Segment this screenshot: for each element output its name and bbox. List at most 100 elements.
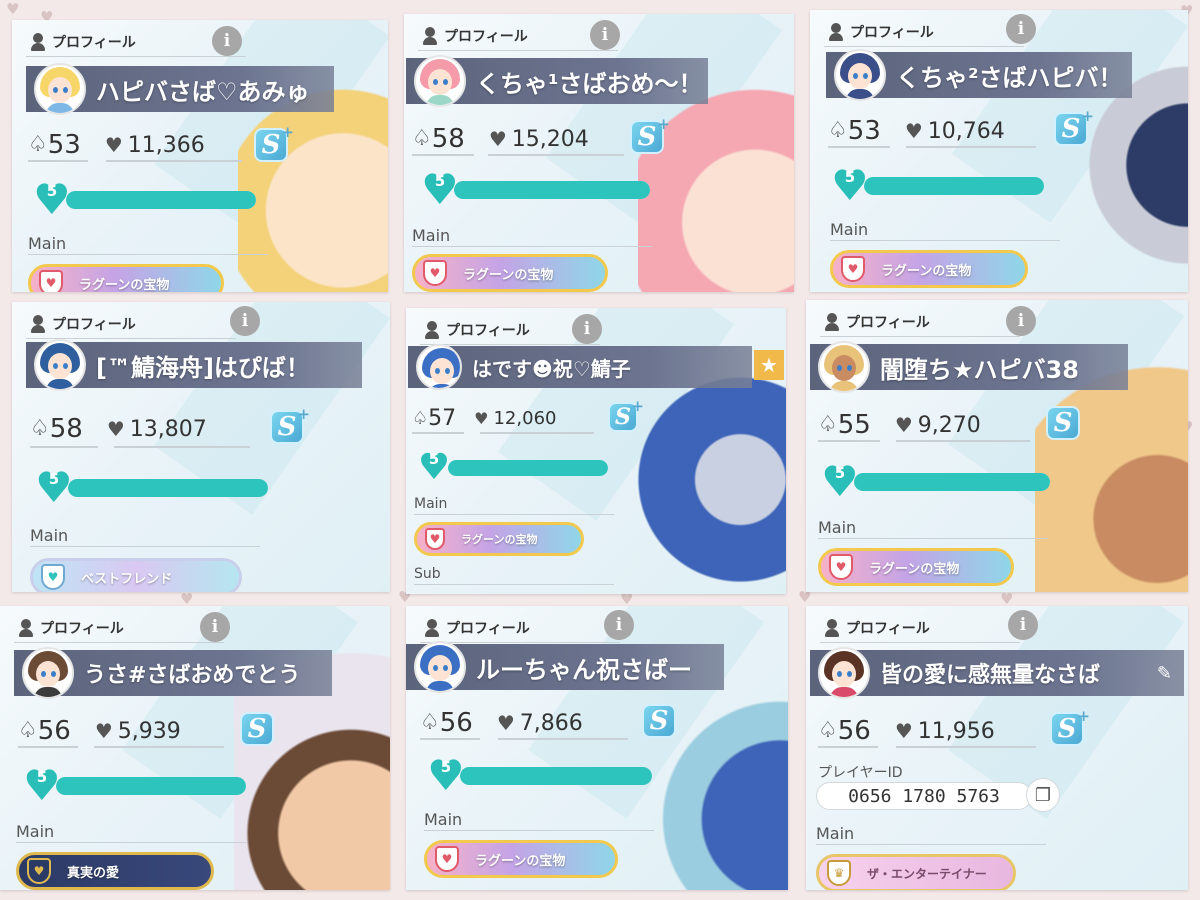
spade-icon: ♤ [18, 718, 38, 743]
main-title-text: ラグーンの宝物 [461, 533, 538, 546]
rank-letter: S [1061, 114, 1081, 144]
player-name: はです☻祝♡鯖子 [472, 356, 631, 381]
rank-s-badge: S + [608, 397, 644, 432]
divider [896, 440, 1030, 442]
avatar[interactable] [22, 647, 74, 699]
like-count: 9,270 [917, 412, 981, 438]
main-title-badge[interactable]: ♥ ラグーンの宝物 [818, 548, 1014, 586]
profile-label: プロフィール [444, 29, 528, 45]
profile-card[interactable]: プロフィール i くちゃ¹さばおめ〜！ ♤ 58 ♥ 15,204 S + ♥ 5 … [404, 14, 794, 292]
profile-card[interactable]: プロフィール i ルーちゃん祝さばー ♤ 56 ♥ 7,866 S ♥ 5 Mai… [406, 606, 788, 890]
profile-card[interactable]: プロフィール i うさ#さばおめでとう ♤ 56 ♥ 5,939 S ♥ 5 Ma… [0, 606, 390, 890]
profile-label: プロフィール [446, 323, 530, 339]
star-icon[interactable]: ★ [754, 350, 784, 380]
person-icon [424, 320, 440, 340]
main-title-badge[interactable]: ♥ ラグーンの宝物 [424, 840, 618, 878]
divider [420, 738, 480, 740]
info-icon[interactable]: i [1008, 610, 1038, 640]
info-icon[interactable]: i [230, 306, 260, 336]
profile-card[interactable]: プロフィール i くちゃ²さばハピバ！ ♤ 53 ♥ 10,764 S + ♥ 5 … [810, 10, 1188, 292]
crown-emblem-icon: ♛ [827, 860, 851, 886]
pencil-icon[interactable]: ✎ [1157, 663, 1172, 684]
main-title-badge[interactable]: ♥ ラグーンの宝物 [830, 250, 1028, 288]
profile-card[interactable]: プロフィール i 皆の愛に感無量なさば ✎ ♤ 56 ♥ 11,956 S + プ… [806, 606, 1188, 890]
info-icon[interactable]: i [604, 610, 634, 640]
player-level: 58 [49, 414, 83, 444]
divider [418, 50, 618, 51]
profile-header: プロフィール [18, 614, 124, 642]
heart-icon: ♥ [106, 417, 125, 441]
main-title-badge[interactable]: ♥ ラグーンの宝物 [28, 264, 224, 292]
rank-s-badge: S [1046, 406, 1080, 440]
avatar[interactable] [416, 344, 462, 390]
divider [106, 160, 242, 162]
divider [18, 746, 78, 748]
divider [830, 240, 1060, 241]
profile-card[interactable]: プロフィール i 闇堕ち★ハピバ38 ♤ 55 ♥ 9,270 S ♥ 5 Mai… [806, 300, 1188, 592]
friendship-row: ♥ 5 [32, 179, 256, 221]
divider [818, 538, 1048, 539]
main-title-text: 真実の愛 [67, 865, 120, 881]
info-icon[interactable]: i [1006, 306, 1036, 336]
heart-icon: ♥ [894, 413, 913, 437]
player-id-label: プレイヤーID [818, 765, 903, 781]
avatar[interactable] [34, 339, 86, 391]
rank-plus: + [631, 397, 644, 415]
avatar[interactable] [834, 49, 886, 101]
person-icon [30, 314, 46, 334]
player-name-bar: ハピバさば♡あみゅ [26, 63, 334, 115]
info-icon[interactable]: i [200, 612, 230, 642]
avatar[interactable] [818, 647, 870, 699]
main-title-text: ラグーンの宝物 [79, 277, 170, 293]
character-portrait [638, 14, 794, 292]
heart-decoration-icon: ♥ [1000, 590, 1014, 608]
profile-header: プロフィール [424, 316, 530, 344]
avatar[interactable] [818, 341, 870, 393]
person-icon [424, 618, 440, 638]
profile-label: プロフィール [446, 621, 530, 637]
profile-header: プロフィール [30, 310, 136, 338]
main-title-badge[interactable]: ♥ ラグーンの宝物 [412, 254, 608, 292]
avatar[interactable] [414, 641, 466, 693]
info-icon[interactable]: i [590, 20, 620, 50]
friendship-progress-bar [68, 479, 268, 497]
ariel-emblem-icon: ♥ [435, 846, 459, 872]
friendship-progress-bar [864, 177, 1044, 195]
main-title-text: ラグーンの宝物 [881, 263, 972, 279]
main-title-text: ザ・エンターテイナー [867, 866, 987, 881]
profile-card[interactable]: プロフィール i [™鯖海舟]はぴば！ ♤ 58 ♥ 13,807 S + ♥ 5 … [12, 302, 390, 592]
divider [828, 146, 890, 148]
copy-icon[interactable]: ❐ [1026, 778, 1060, 812]
rank-plus: + [657, 115, 670, 133]
friendship-progress-bar [454, 181, 650, 199]
avatar[interactable] [414, 55, 466, 107]
ariel-emblem-icon: ♥ [425, 528, 445, 550]
profile-header: プロフィール [824, 308, 930, 336]
stats-row: ♤ 58 ♥ 13,807 [30, 414, 207, 444]
player-name: くちゃ²さばハピバ！ [896, 63, 1123, 92]
info-icon[interactable]: i [1006, 14, 1036, 44]
stats-row: ♤ 56 ♥ 11,956 [818, 716, 995, 746]
stats-row: ♤ 53 ♥ 10,764 [828, 116, 1005, 146]
main-title-badge[interactable]: ♥ ラグーンの宝物 [414, 522, 584, 556]
heart-icon: ♥ [474, 408, 489, 428]
heart-icon: ♥ [496, 711, 515, 735]
main-title-badge[interactable]: ♥ ベストフレンド [30, 558, 242, 592]
avatar[interactable] [34, 63, 86, 115]
profile-card[interactable]: プロフィール i はです☻祝♡鯖子 ★ ♤ 57 ♥ 12,060 S + ♥ 5 … [406, 308, 786, 594]
info-icon[interactable]: i [572, 314, 602, 344]
like-count: 10,764 [927, 118, 1005, 144]
divider [414, 584, 614, 585]
spade-icon: ♤ [30, 416, 50, 441]
friendship-progress-bar [56, 777, 246, 795]
player-level: 56 [439, 708, 473, 738]
profile-card[interactable]: プロフィール i ハピバさば♡あみゅ ♤ 53 ♥ 11,366 S + ♥ 5 M… [12, 20, 388, 292]
like-count: 11,956 [917, 718, 995, 744]
info-icon[interactable]: i [212, 26, 242, 56]
divider [28, 160, 88, 162]
main-title-text: ラグーンの宝物 [463, 267, 554, 283]
main-title-badge[interactable]: ♛ ザ・エンターテイナー [816, 854, 1016, 890]
rank-s-badge: S + [1054, 107, 1094, 146]
main-title-badge[interactable]: ♥ 真実の愛 [16, 852, 214, 890]
heart-icon: ♥ [904, 119, 923, 143]
